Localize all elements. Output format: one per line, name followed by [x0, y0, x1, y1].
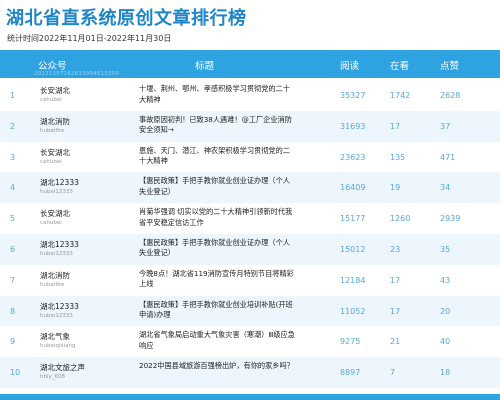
header-account[interactable]: 公众号 — [38, 58, 67, 72]
read-count: 15177 — [340, 214, 366, 224]
table-row[interactable]: 8 湖北12333 hubei12333 【惠民政策】手把手教你就业创业培训补贴(开班… — [0, 295, 500, 327]
article-title[interactable]: 【惠民政策】手把手教你就业创业证办理（个人失业登记） — [139, 238, 297, 259]
watching-count: 23 — [390, 244, 401, 254]
read-count: 23623 — [340, 152, 366, 162]
account-id: cahubei — [40, 158, 62, 165]
account-id: cahubei — [40, 220, 62, 227]
article-title[interactable]: 湖北省气象局启动重大气象灾害（寒潮）Ⅲ级应急响应 — [139, 330, 297, 351]
watching-count: 21 — [390, 337, 401, 347]
article-title[interactable]: 恩施、天门、潜江、神农架积极学习贯彻党的二十大精神 — [139, 146, 297, 167]
table-row[interactable]: 6 湖北12333 hubei12333 【惠民政策】手把手教你就业创业证办理（个人失… — [0, 233, 500, 265]
rank-number: 7 — [10, 275, 16, 285]
like-count: 35 — [440, 244, 451, 254]
like-count: 2628 — [440, 91, 461, 100]
table-header: 公众号 标题 阅读 在看 点赞 20221207162633994813309 — [0, 50, 500, 78]
watching-count: 17 — [390, 306, 401, 316]
rank-number: 10 — [10, 368, 21, 378]
header-stamp: 20221207162633994813309 — [34, 71, 120, 77]
like-count: 18 — [440, 368, 451, 378]
rank-number: 5 — [10, 214, 16, 224]
like-count: 37 — [440, 121, 451, 131]
account-id: hubeifire — [40, 281, 65, 288]
table-row[interactable]: 1 长安湖北 cahubei 十堰、荆州、鄂州、孝感积极学习贯彻党的二十大精神 3532… — [0, 80, 500, 111]
table-row[interactable]: 2 湖北消防 hubeifire 事故原因初判！已致38人遇难！@工厂企业消防安全须知… — [0, 110, 500, 142]
article-title[interactable]: 事故原因初判！已致38人遇难！@工厂企业消防安全须知→ — [139, 115, 297, 136]
table-row[interactable]: 3 长安湖北 cahubei 恩施、天门、潜江、神农架积极学习贯彻党的二十大精神 236… — [0, 142, 500, 173]
rank-number: 2 — [10, 121, 16, 131]
table-row[interactable]: 7 湖北消防 hubeifire 今晚8点！湖北省119消防宣传月特别节目将精彩上线 1… — [0, 265, 500, 296]
account-id: cahubei — [40, 97, 62, 103]
watching-count: 7 — [390, 368, 396, 378]
like-count: 20 — [440, 306, 451, 316]
read-count: 8897 — [340, 368, 361, 378]
account-name[interactable]: 湖北消防 — [40, 116, 70, 127]
account-name[interactable]: 长安湖北 — [40, 208, 70, 219]
read-count: 35327 — [340, 91, 366, 100]
bottom-bar — [0, 394, 500, 400]
rank-number: 1 — [10, 91, 16, 100]
account-name[interactable]: 湖北气象 — [40, 331, 70, 342]
watching-count: 1742 — [390, 91, 411, 100]
watching-count: 17 — [390, 121, 401, 131]
table-row[interactable]: 10 湖北文旅之声 hbly_608 2022中国县域旅游百强榜出炉，有你的家乡吗？ 8… — [0, 357, 500, 388]
account-name[interactable]: 湖北12333 — [40, 177, 79, 188]
account-id: hbly_608 — [40, 374, 66, 381]
account-name[interactable]: 湖北文旅之声 — [40, 362, 85, 373]
like-count: 471 — [440, 152, 456, 162]
account-name[interactable]: 长安湖北 — [40, 85, 70, 96]
account-name[interactable]: 长安湖北 — [40, 147, 70, 158]
page-title: 湖北省直系统原创文章排行榜 — [6, 8, 247, 29]
account-name[interactable]: 湖北消防 — [40, 270, 70, 281]
table-row[interactable]: 5 长安湖北 cahubei 肖菊华强调 切实以党的二十大精神引领新时代我省平安稳定信… — [0, 203, 500, 234]
read-count: 15012 — [340, 244, 366, 254]
article-title[interactable]: 肖菊华强调 切实以党的二十大精神引领新时代我省平安稳定信访工作 — [139, 207, 297, 228]
account-id: hubeifire — [40, 127, 65, 134]
read-count: 11052 — [340, 306, 366, 316]
header-likes[interactable]: 点赞 — [440, 58, 459, 72]
read-count: 9275 — [340, 337, 361, 347]
read-count: 12184 — [340, 275, 366, 285]
table-row[interactable]: 4 湖北12333 hubei12333 【惠民政策】手把手教你就业创业证办理（个人失… — [0, 172, 500, 204]
header-watching[interactable]: 在看 — [390, 58, 409, 72]
rank-number: 4 — [10, 183, 16, 193]
like-count: 2939 — [440, 214, 461, 224]
like-count: 34 — [440, 183, 451, 193]
like-count: 40 — [440, 337, 451, 347]
article-title[interactable]: 今晚8点！湖北省119消防宣传月特别节目将精彩上线 — [139, 269, 297, 290]
rank-number: 3 — [10, 152, 16, 162]
account-id: hubei12333 — [40, 250, 73, 257]
read-count: 16409 — [340, 183, 366, 193]
account-name[interactable]: 湖北12333 — [40, 301, 79, 312]
ranking-table: 1 长安湖北 cahubei 十堰、荆州、鄂州、孝感积极学习贯彻党的二十大精神 3532… — [0, 80, 500, 388]
rank-number: 6 — [10, 244, 16, 254]
header-reads[interactable]: 阅读 — [340, 58, 359, 72]
account-id: hubeiqixiang — [40, 343, 76, 350]
like-count: 43 — [440, 275, 451, 285]
read-count: 31693 — [340, 121, 366, 131]
article-title[interactable]: 【惠民政策】手把手教你就业创业培训补贴(开班申请)办理 — [139, 300, 297, 321]
article-title[interactable]: 2022中国县域旅游百强榜出炉，有你的家乡吗？ — [139, 361, 297, 372]
watching-count: 1260 — [390, 214, 411, 224]
watching-count: 19 — [390, 183, 401, 193]
watching-count: 135 — [390, 152, 406, 162]
header-title[interactable]: 标题 — [195, 58, 214, 72]
watching-count: 17 — [390, 275, 401, 285]
rank-number: 9 — [10, 337, 16, 347]
stat-period: 统计时间2022年11月01日-2022年11月30日 — [7, 34, 172, 43]
article-title[interactable]: 十堰、荆州、鄂州、孝感积极学习贯彻党的二十大精神 — [139, 84, 297, 105]
article-title[interactable]: 【惠民政策】手把手教你就业创业证办理（个人失业登记） — [139, 176, 297, 197]
account-id: hubei12333 — [40, 189, 73, 196]
table-row[interactable]: 9 湖北气象 hubeiqixiang 湖北省气象局启动重大气象灾害（寒潮）Ⅲ级应急响… — [0, 326, 500, 357]
rank-number: 8 — [10, 306, 16, 316]
account-name[interactable]: 湖北12333 — [40, 239, 79, 250]
account-id: hubei12333 — [40, 312, 73, 319]
